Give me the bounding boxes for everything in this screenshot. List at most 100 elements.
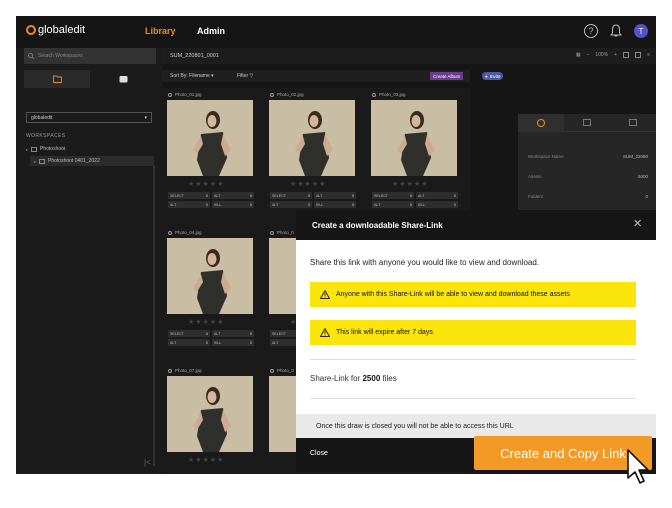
chip-label: KILL [214, 202, 222, 207]
chip-label: SELECT [272, 331, 286, 336]
select-radio[interactable] [168, 230, 172, 235]
asset-tile[interactable]: Photo_04.jpg ★★★★★ SELECT 0 ALT 0 ALT 0 KILL 0 [162, 226, 258, 358]
select-radio[interactable] [270, 230, 274, 235]
asset-tile[interactable]: Photo_03.jpg ★★★★★ SELECT 0 ALT 0 ALT 0 KILL 0 [366, 88, 462, 220]
select-radio[interactable] [372, 92, 376, 97]
alt-chip[interactable]: ALT 0 [212, 330, 254, 337]
rating-stars[interactable]: ★★★★★ [392, 180, 428, 188]
avatar[interactable]: T [634, 24, 648, 38]
tile-filename: Photo_07.jpg [175, 368, 202, 373]
search-input[interactable]: Search Workspaces [24, 48, 156, 64]
asset-tile[interactable]: Photo_02.jpg ★★★★★ SELECT 0 ALT 0 ALT 0 KILL 0 [264, 88, 360, 220]
sort-dropdown[interactable]: Sort By: Filename ▾ [170, 73, 214, 79]
chip-label: ALT [374, 202, 381, 207]
warning-text: Anyone with this Share-Link will be able… [336, 291, 570, 298]
nav-admin[interactable]: Admin [197, 26, 225, 36]
select-chip[interactable]: SELECT 0 [372, 192, 414, 199]
kill-chip[interactable]: KILL 0 [212, 339, 254, 346]
chip-label: SELECT [272, 193, 286, 198]
alt2-chip[interactable]: ALT 0 [168, 201, 210, 208]
asset-thumbnail[interactable] [371, 100, 457, 176]
rating-stars[interactable]: ★★★★★ [290, 180, 326, 188]
chip-count: 0 [454, 202, 456, 207]
model-photo [371, 100, 457, 176]
alt2-chip[interactable]: ALT 0 [270, 201, 312, 208]
warning-banner: This link will expire after 7 days [310, 320, 636, 345]
sidebar-scrollbar[interactable] [153, 166, 155, 466]
chip-label: ALT [214, 193, 221, 198]
chip-label: ALT [170, 202, 177, 207]
kill-chip[interactable]: KILL 0 [416, 201, 458, 208]
info-label: Folders [528, 194, 544, 199]
asset-thumbnail[interactable] [167, 238, 253, 314]
tile-filename: Photo_0 [277, 368, 294, 373]
kill-chip[interactable]: KILL 0 [212, 201, 254, 208]
chip-row: SELECT 0 ALT 0 [270, 192, 356, 199]
collapse-sidebar-icon[interactable]: |< [144, 458, 151, 467]
tab-info[interactable] [518, 114, 564, 131]
alt-chip[interactable]: ALT 0 [314, 192, 356, 199]
create-album-button[interactable]: Create Album [430, 72, 464, 80]
alt-chip[interactable]: ALT 0 [212, 192, 254, 199]
divider [310, 359, 636, 360]
tree-item-photoshoot-0401[interactable]: ▸ Photoshoot 0401_2022 [30, 156, 154, 166]
dropdown-value: globaledit [31, 114, 53, 121]
chip-label: KILL [316, 202, 324, 207]
invite-button[interactable]: ● Invite [482, 72, 504, 80]
rating-stars[interactable]: ★★★★★ [188, 456, 224, 464]
invite-label: Invite [489, 73, 501, 79]
asset-tile[interactable]: Photo_07.jpg ★★★★★ [162, 364, 258, 474]
alt-chip[interactable]: ALT 0 [416, 192, 458, 199]
tile-filename: Photo_0 [277, 230, 294, 235]
select-radio[interactable] [168, 368, 172, 373]
close-button[interactable]: Close [310, 450, 328, 457]
alt2-chip[interactable]: ALT 0 [372, 201, 414, 208]
select-radio[interactable] [270, 368, 274, 373]
select-radio[interactable] [270, 92, 274, 97]
tab-media[interactable] [610, 114, 656, 131]
asset-thumbnail[interactable] [269, 100, 355, 176]
select-chip[interactable]: SELECT 0 [270, 192, 312, 199]
zoom-out-icon[interactable]: – [587, 52, 590, 58]
chip-count: 0 [250, 202, 252, 207]
alt2-chip[interactable]: ALT 0 [168, 339, 210, 346]
workspace-dropdown[interactable]: globaledit ▾ [26, 112, 152, 123]
path-bar: SUM_220801_0001 ▦ – 100% + ≡ [162, 48, 656, 64]
tree-item-photoshoot[interactable]: ▸ Photoshoot [26, 146, 65, 152]
zoom-in-icon[interactable]: + [614, 52, 617, 58]
chip-count: 0 [352, 193, 354, 198]
rating-stars[interactable]: ★★★★★ [188, 318, 224, 326]
globaledit-logo[interactable]: globaledit [26, 24, 85, 36]
select-radio[interactable] [168, 92, 172, 97]
rating-stars[interactable]: ★★★★★ [188, 180, 224, 188]
layout-single-icon[interactable] [623, 52, 630, 58]
search-placeholder: Search Workspaces [38, 53, 83, 59]
invite-icon: ● [485, 73, 488, 79]
asset-thumbnail[interactable] [167, 376, 253, 452]
select-chip[interactable]: SELECT 0 [168, 330, 210, 337]
layout-split-icon[interactable] [635, 52, 642, 58]
chevron-down-icon: ▾ [144, 114, 147, 121]
tile-filename: Photo_03.jpg [379, 92, 406, 97]
asset-tile[interactable]: Photo_01.jpg ★★★★★ SELECT 0 ALT 0 ALT 0 KILL 0 [162, 88, 258, 220]
tab-users[interactable] [564, 114, 610, 131]
filter-button[interactable]: Filter ▽ [237, 73, 253, 79]
tab-folders[interactable] [24, 70, 90, 88]
tab-albums[interactable] [90, 70, 156, 88]
select-chip[interactable]: SELECT 0 [168, 192, 210, 199]
share-link-modal-header: Create a downloadable Share-Link × [296, 210, 656, 240]
model-photo [167, 376, 253, 452]
info-value: 0 [645, 194, 648, 199]
view-controls: ▦ – 100% + ≡ [576, 52, 650, 58]
nav-library[interactable]: Library [145, 26, 176, 36]
tree-label: Photoshoot 0401_2022 [48, 158, 100, 164]
zoom-level: 100% [595, 52, 609, 58]
grid-view-icon[interactable]: ▦ [576, 52, 581, 58]
bell-icon[interactable] [610, 24, 622, 38]
kill-chip[interactable]: KILL 0 [314, 201, 356, 208]
settings-icon[interactable]: ≡ [647, 52, 650, 58]
help-icon[interactable]: ? [584, 24, 598, 38]
asset-thumbnail[interactable] [167, 100, 253, 176]
breadcrumb[interactable]: SUM_220801_0001 [170, 53, 219, 59]
close-icon[interactable]: × [633, 216, 642, 231]
